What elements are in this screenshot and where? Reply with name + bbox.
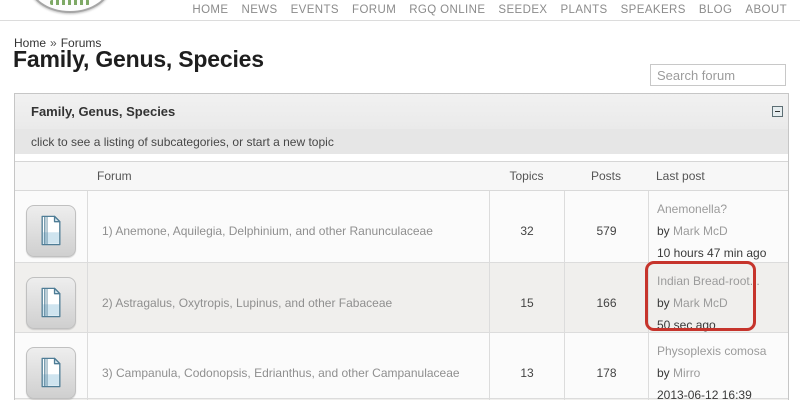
forum-table-row: 2) Astragalus, Oxytropis, Lupinus, and o… xyxy=(15,263,788,333)
column-header-forum: Forum xyxy=(87,169,489,183)
nav-item-rgq-online[interactable]: RGQ ONLINE xyxy=(409,4,485,16)
nav-item-home[interactable]: HOME xyxy=(192,4,228,16)
lastpost-time: 2013-06-12 16:39 xyxy=(657,384,782,400)
nav-item-about[interactable]: ABOUT xyxy=(745,4,787,16)
forum-table-header: Forum Topics Posts Last post xyxy=(15,161,788,191)
forum-icon-cell xyxy=(15,191,87,270)
topics-count: 13 xyxy=(489,333,564,400)
lastpost-author-link[interactable]: Mark McD xyxy=(673,224,728,238)
forum-panel-description: click to see a listing of subcategories,… xyxy=(15,129,788,154)
document-pages-icon xyxy=(26,205,76,257)
posts-count: 166 xyxy=(564,263,648,342)
nav-item-forum[interactable]: FORUM xyxy=(352,4,396,16)
site-logo-icon[interactable] xyxy=(28,0,112,13)
posts-count: 579 xyxy=(564,191,648,270)
forum-panel-description-text: click to see a listing of subcategories,… xyxy=(31,135,334,149)
collapse-minus-icon[interactable] xyxy=(772,106,783,117)
forum-panel-title: Family, Genus, Species xyxy=(31,104,175,119)
lastpost-author-link[interactable]: Mirro xyxy=(673,366,700,380)
document-pages-icon xyxy=(26,347,76,399)
posts-count: 178 xyxy=(564,333,648,400)
last-post-cell: Indian Bread-root... by Mark McD 50 sec … xyxy=(648,263,788,342)
panel-spacer xyxy=(15,154,788,161)
forum-title-link[interactable]: 1) Anemone, Aquilegia, Delphinium, and o… xyxy=(102,224,433,238)
nav-item-news[interactable]: NEWS xyxy=(241,4,277,16)
forum-title-link[interactable]: 2) Astragalus, Oxytropis, Lupinus, and o… xyxy=(102,296,392,310)
forum-table-row: 3) Campanula, Codonopsis, Edrianthus, an… xyxy=(15,333,788,399)
last-post-cell: Physoplexis comosa by Mirro 2013-06-12 1… xyxy=(648,333,788,400)
forum-panel-titlebar[interactable]: Family, Genus, Species xyxy=(15,94,788,129)
topics-count: 15 xyxy=(489,263,564,342)
lastpost-author-link[interactable]: Mark McD xyxy=(673,296,728,310)
last-post-cell: Anemonella? by Mark McD 10 hours 47 min … xyxy=(648,191,788,270)
page-title: Family, Genus, Species xyxy=(13,46,264,73)
nav-item-seedex[interactable]: SEEDEX xyxy=(498,4,547,16)
search-input[interactable] xyxy=(650,64,786,86)
nav-item-blog[interactable]: BLOG xyxy=(699,4,733,16)
column-header-lastpost: Last post xyxy=(648,169,788,183)
topics-count: 32 xyxy=(489,191,564,270)
lastpost-title-link[interactable]: Indian Bread-root... xyxy=(657,274,760,288)
lastpost-title-link[interactable]: Anemonella? xyxy=(657,202,727,216)
forum-panel: Family, Genus, Species click to see a li… xyxy=(14,93,789,400)
nav-item-events[interactable]: EVENTS xyxy=(291,4,339,16)
forum-title-link[interactable]: 3) Campanula, Codonopsis, Edrianthus, an… xyxy=(102,366,460,380)
lastpost-title-link[interactable]: Physoplexis comosa xyxy=(657,344,766,358)
document-pages-icon xyxy=(26,277,76,329)
lastpost-by-label: by xyxy=(657,296,670,310)
lastpost-time: 10 hours 47 min ago xyxy=(657,242,782,264)
forum-icon-cell xyxy=(15,333,87,400)
lastpost-by-label: by xyxy=(657,224,670,238)
nav-menu: HOME NEWS EVENTS FORUM RGQ ONLINE SEEDEX… xyxy=(192,4,787,16)
lastpost-by-label: by xyxy=(657,366,670,380)
forum-icon-cell xyxy=(15,263,87,342)
nav-item-speakers[interactable]: SPEAKERS xyxy=(621,4,686,16)
forum-table-row: 1) Anemone, Aquilegia, Delphinium, and o… xyxy=(15,191,788,263)
top-navigation-bar: HOME NEWS EVENTS FORUM RGQ ONLINE SEEDEX… xyxy=(0,0,800,21)
column-header-posts: Posts xyxy=(564,169,648,183)
nav-item-plants[interactable]: PLANTS xyxy=(560,4,607,16)
column-header-topics: Topics xyxy=(489,169,564,183)
